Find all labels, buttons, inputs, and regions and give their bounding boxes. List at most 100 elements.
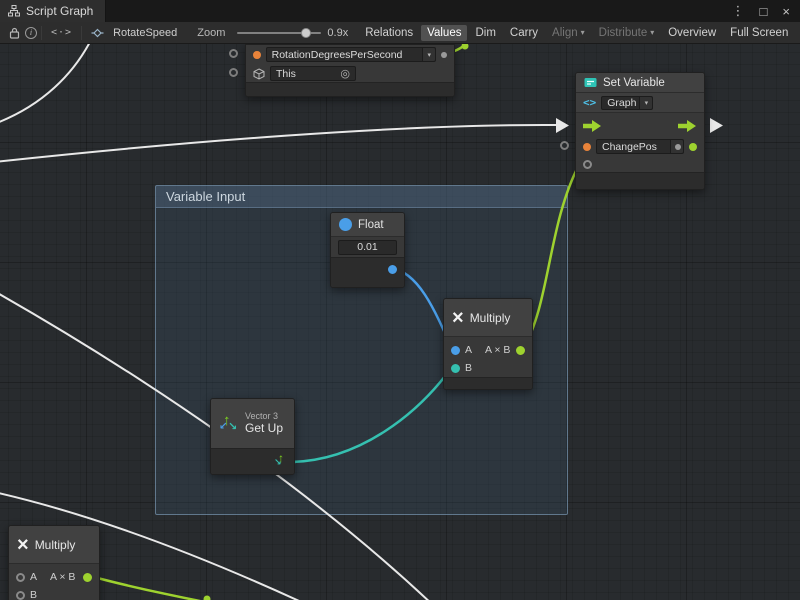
control-output-port[interactable]: [678, 119, 697, 137]
control-wire[interactable]: [0, 125, 556, 162]
zoom-label: Zoom: [197, 27, 225, 39]
variable-name: ChangePos: [602, 141, 657, 153]
connected-output-port[interactable]: [689, 143, 697, 151]
scope-label: Graph: [607, 97, 636, 109]
align-button[interactable]: Align▾: [546, 25, 591, 41]
fullscreen-button[interactable]: Full Screen: [724, 25, 794, 41]
maximize-icon[interactable]: □: [760, 4, 768, 19]
node-header: × Multiply: [9, 526, 99, 564]
get-up-node[interactable]: ↑ ↘ ↙ Vector 3 Get Up ↑ ↘: [210, 398, 295, 475]
more-menu-icon[interactable]: ⋮: [732, 3, 745, 19]
script-asset-icon[interactable]: <·>: [46, 24, 77, 42]
distribute-button[interactable]: Distribute▾: [593, 25, 661, 41]
node-header: × Multiply: [444, 299, 532, 337]
set-variable-node[interactable]: Set Variable <> Graph ▾ ChangePos ▾: [575, 72, 705, 190]
output-port-ab[interactable]: [83, 573, 92, 582]
lock-icon[interactable]: [4, 24, 25, 42]
node-title: Float: [358, 219, 384, 231]
node-footer: [444, 377, 532, 389]
dim-button[interactable]: Dim: [469, 25, 501, 41]
value-input-port[interactable]: [560, 141, 569, 150]
wire-end-dot: [462, 44, 469, 50]
chevron-down-icon: ▾: [639, 97, 652, 109]
node-footer: [576, 172, 704, 189]
node-header: Set Variable: [576, 73, 704, 93]
set-variable-icon: [584, 76, 597, 89]
output-port-ab[interactable]: [516, 346, 525, 355]
vector3-output-port[interactable]: ↑ ↘: [273, 453, 289, 469]
float-value-input[interactable]: 0.01: [338, 240, 397, 255]
input-port-b[interactable]: [16, 591, 25, 600]
tab-script-graph[interactable]: Script Graph: [0, 0, 106, 22]
bottom-multiply-output-wire[interactable]: [90, 576, 214, 600]
chevron-down-icon: ▾: [422, 48, 435, 61]
overview-button[interactable]: Overview: [662, 25, 722, 41]
graph-toolbar: i <·> RotateSpeed Zoom 0.9x Relations Va…: [0, 22, 800, 44]
control-wire[interactable]: [0, 44, 92, 124]
object-variable-icon: [253, 51, 261, 59]
target-object-label: This: [276, 68, 296, 80]
float-type-icon: [339, 218, 352, 231]
window-titlebar: Script Graph ⋮ □ ×: [0, 0, 800, 22]
port-label: A: [465, 344, 472, 356]
carry-button[interactable]: Carry: [504, 25, 544, 41]
port-label: A × B: [485, 344, 510, 356]
script-graph-icon: [8, 5, 20, 17]
control-input-port[interactable]: [583, 119, 602, 137]
graph-machine-icon: [86, 24, 109, 42]
multiply-icon: ×: [17, 535, 29, 555]
multiply-node[interactable]: × Multiply A A × B B: [443, 298, 533, 390]
port-label: B: [30, 589, 37, 600]
float-value: 0.01: [357, 241, 377, 253]
control-output-triangle: [710, 118, 723, 133]
wire-end-dot: [204, 596, 211, 600]
value-input-port[interactable]: [583, 160, 592, 169]
object-picker-icon[interactable]: ◎: [340, 67, 350, 80]
input-port-b[interactable]: [451, 364, 460, 373]
variable-scope-dropdown[interactable]: Graph ▾: [601, 96, 653, 110]
node-footer: [246, 82, 454, 96]
node-header: ↑ ↘ ↙ Vector 3 Get Up: [211, 399, 294, 449]
group-header[interactable]: Variable Input: [156, 186, 567, 208]
graph-variable-kind-icon: <>: [583, 96, 596, 109]
variable-name-dropdown[interactable]: ChangePos ▾: [596, 139, 684, 154]
info-icon[interactable]: i: [25, 27, 37, 39]
value-output-port[interactable]: [441, 52, 447, 58]
node-title: Multiply: [35, 538, 76, 552]
chevron-down-icon: ▾: [650, 28, 654, 37]
chevron-down-icon: ▾: [581, 28, 585, 37]
control-input-triangle: [556, 118, 569, 133]
node-header: Float: [331, 213, 404, 237]
object-variable-icon: [583, 143, 591, 151]
value-input-port[interactable]: [229, 49, 238, 58]
toolbar-divider: [81, 26, 82, 40]
port-label: A: [30, 571, 37, 583]
window-title: Script Graph: [26, 4, 93, 18]
input-port-a[interactable]: [451, 346, 460, 355]
get-variable-node[interactable]: RotationDegreesPerSecond ▾ This ◎: [245, 44, 455, 97]
value-input-port[interactable]: [229, 68, 238, 77]
zoom-slider-handle[interactable]: [301, 28, 311, 38]
close-icon[interactable]: ×: [782, 4, 790, 19]
value-output-port[interactable]: [675, 144, 681, 150]
toolbar-divider: [41, 26, 42, 40]
zoom-value: 0.9x: [327, 27, 348, 39]
multiply-node-bottom[interactable]: × Multiply A A × B B: [8, 525, 100, 600]
graph-canvas[interactable]: Variable Input RotationDegrees: [0, 44, 800, 600]
variable-name: RotationDegreesPerSecond: [272, 49, 403, 61]
vector3-icon: ↑ ↘ ↙: [219, 414, 239, 434]
float-output-port[interactable]: [388, 265, 397, 274]
variable-name-dropdown[interactable]: RotationDegreesPerSecond ▾: [266, 47, 437, 62]
zoom-slider[interactable]: [237, 32, 321, 34]
relations-button[interactable]: Relations: [359, 25, 419, 41]
multiply-icon: ×: [452, 308, 464, 328]
group-title: Variable Input: [166, 189, 245, 204]
target-object-field[interactable]: This ◎: [270, 66, 356, 81]
node-title: Set Variable: [603, 77, 665, 89]
node-title: Multiply: [470, 311, 511, 325]
port-label: B: [465, 362, 472, 374]
values-button[interactable]: Values: [421, 25, 467, 41]
port-label: A × B: [50, 571, 75, 583]
input-port-a[interactable]: [16, 573, 25, 582]
float-literal-node[interactable]: Float 0.01: [330, 212, 405, 288]
